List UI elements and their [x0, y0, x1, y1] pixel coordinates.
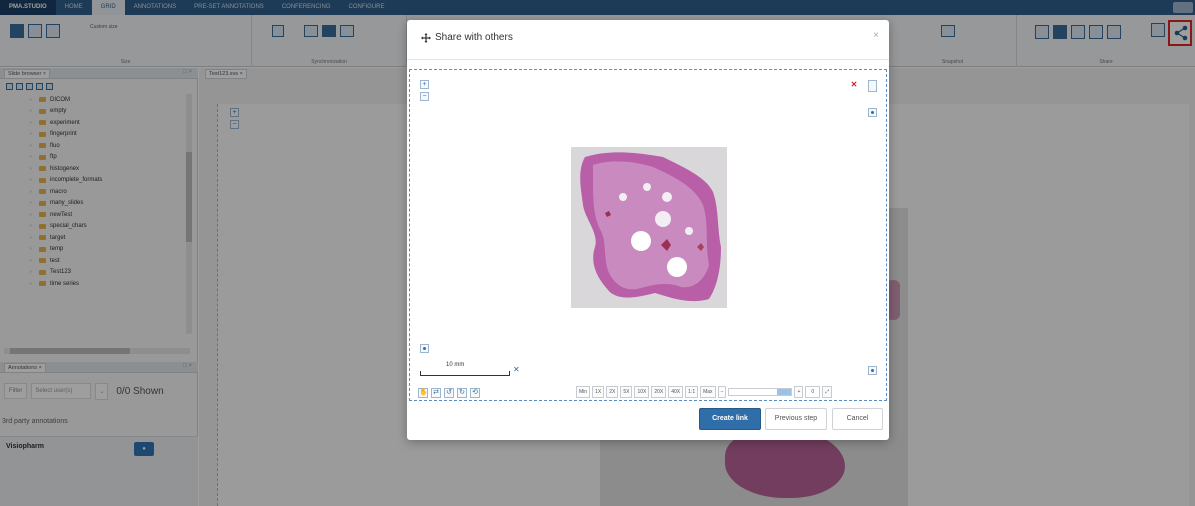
- share-viewer[interactable]: + − ✕ 10 mm ✕ ✋ ⇄ ↺ ↻ ⟲ Min 1X 2X 5X 10X…: [409, 69, 887, 401]
- more-options-icon[interactable]: [868, 80, 877, 92]
- close-overlay-icon[interactable]: ✕: [849, 80, 859, 90]
- mag-1to1-button[interactable]: 1:1: [685, 386, 699, 398]
- zoom-in-button[interactable]: +: [794, 386, 804, 398]
- rotate-right-icon[interactable]: ↻: [457, 388, 467, 398]
- mag-40x-button[interactable]: 40X: [668, 386, 684, 398]
- zoom-out-icon[interactable]: −: [420, 92, 429, 101]
- scalebar-label: 10 mm: [446, 362, 465, 368]
- mag-min-button[interactable]: Min: [576, 386, 591, 398]
- create-link-button[interactable]: Create link: [699, 408, 761, 430]
- zoom-slider[interactable]: [728, 388, 793, 396]
- zoom-slider-handle[interactable]: [777, 389, 792, 395]
- tissue-image: [580, 152, 721, 302]
- mag-1x-button[interactable]: 1X: [592, 386, 605, 398]
- viewer-tools: ✋ ⇄ ↺ ↻ ⟲: [418, 388, 480, 398]
- move-icon: [421, 32, 431, 43]
- reset-rotation-icon[interactable]: ⟲: [470, 388, 480, 398]
- cancel-button[interactable]: Cancel: [832, 408, 883, 430]
- previous-step-button[interactable]: Previous step: [765, 408, 827, 430]
- scalebar-line: [420, 371, 510, 376]
- modal-title: Share with others: [421, 32, 513, 43]
- slide-thumbnail: [571, 147, 727, 308]
- mag-2x-button[interactable]: 2X: [606, 386, 619, 398]
- pan-icon[interactable]: ✋: [418, 388, 428, 398]
- overview-toggle-icon[interactable]: [868, 108, 877, 117]
- barcode-toggle-icon[interactable]: [420, 344, 429, 353]
- mag-max-button[interactable]: Max: [700, 386, 716, 398]
- scalebar: 10 mm ✕: [418, 362, 526, 380]
- close-scalebar-icon[interactable]: ✕: [513, 365, 520, 374]
- mag-20x-button[interactable]: 20X: [651, 386, 667, 398]
- mag-5x-button[interactable]: 5X: [620, 386, 633, 398]
- magnification-bar: Min 1X 2X 5X 10X 20X 40X 1:1 Max − + 0 ⤢: [576, 386, 833, 398]
- zoom-value[interactable]: 0: [805, 386, 821, 398]
- modal-header[interactable]: Share with others ×: [407, 20, 889, 60]
- flip-icon[interactable]: ⇄: [431, 388, 441, 398]
- zoom-reset-button[interactable]: ⤢: [822, 386, 833, 398]
- mag-10x-button[interactable]: 10X: [634, 386, 650, 398]
- zoom-in-icon[interactable]: +: [420, 80, 429, 89]
- share-modal: Share with others × + − ✕ 10 mm ✕ ✋ ⇄ ↺ …: [407, 20, 889, 440]
- modal-footer: Create link Previous step Cancel: [407, 406, 889, 440]
- rotate-left-icon[interactable]: ↺: [444, 388, 454, 398]
- minimap-toggle-icon[interactable]: [868, 366, 877, 375]
- modal-title-text: Share with others: [435, 32, 513, 43]
- close-icon[interactable]: ×: [873, 30, 879, 41]
- zoom-out-button[interactable]: −: [717, 386, 727, 398]
